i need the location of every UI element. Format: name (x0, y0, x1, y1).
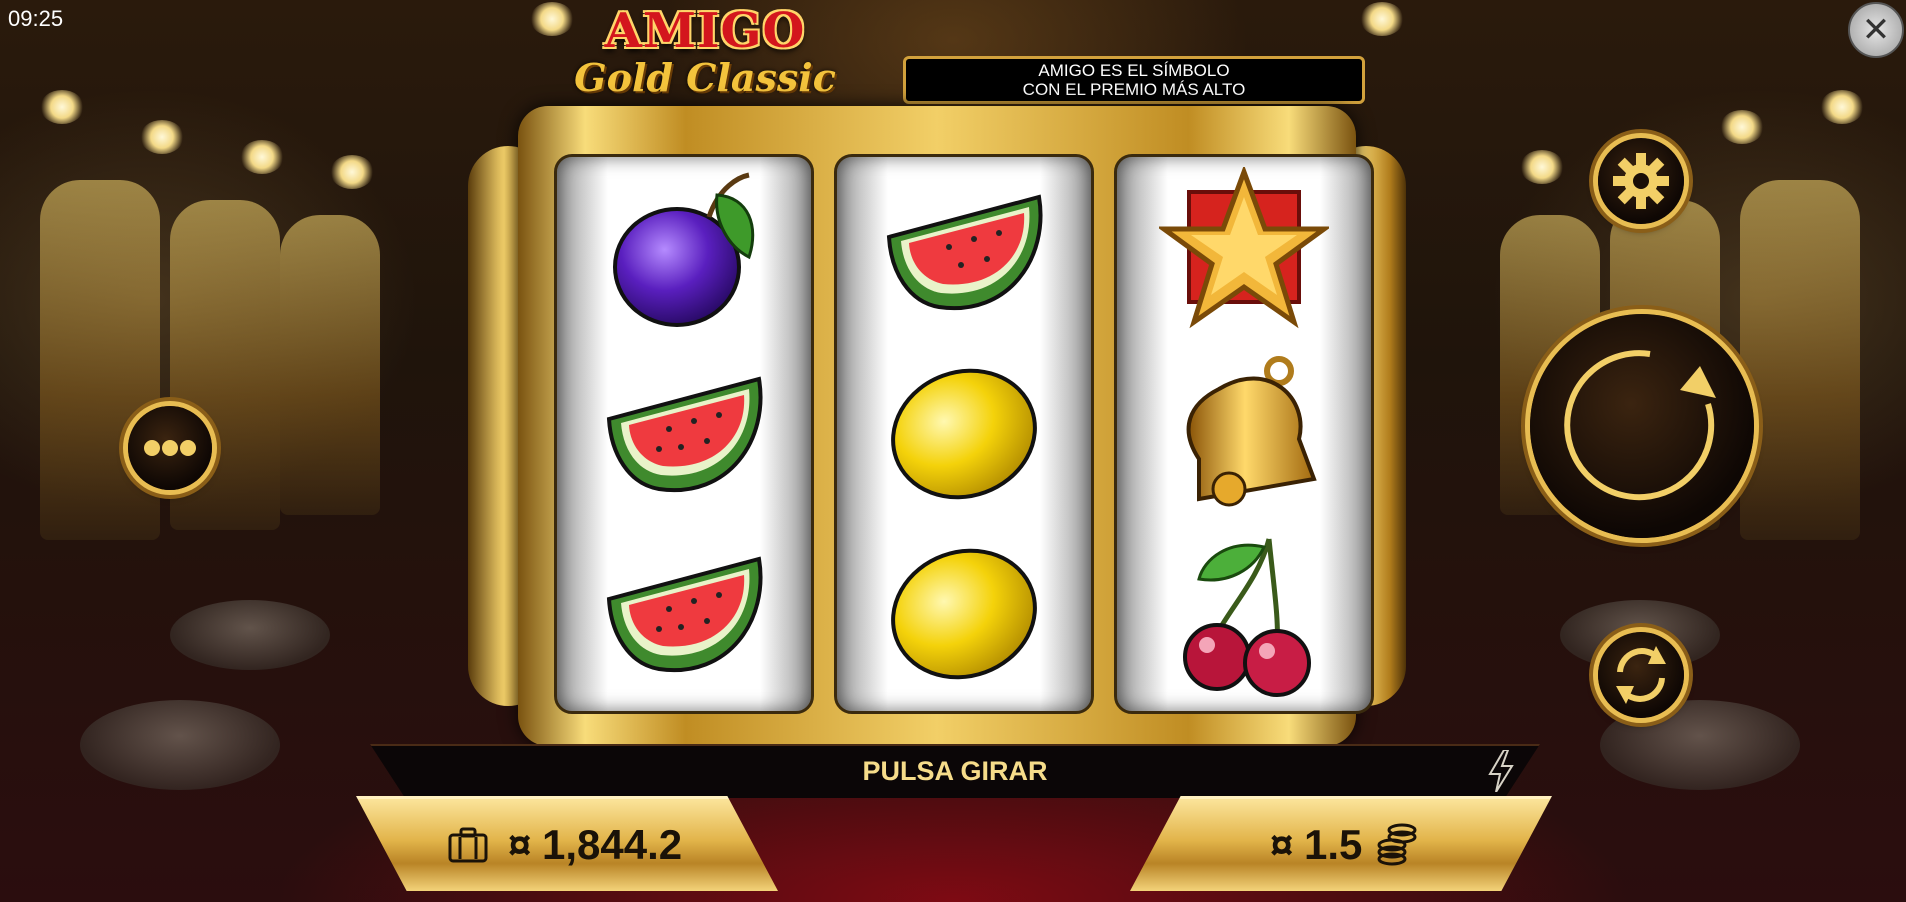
menu-button[interactable] (128, 406, 212, 490)
message-bar: PULSA GIRAR (370, 744, 1540, 798)
info-line-1: AMIGO ES EL SÍMBOLO (1038, 61, 1230, 80)
ceiling-lamp (1820, 90, 1864, 124)
watermelon-symbol (886, 194, 1043, 311)
reel-frame (468, 106, 1406, 746)
bet-currency: ¤ (1270, 821, 1294, 868)
cherries-symbol (1183, 538, 1311, 697)
lemon-symbol (891, 368, 1037, 500)
slot-cabinet (280, 215, 380, 515)
watermelon-symbol (606, 376, 763, 493)
game-logo: AMIGO Gold Classic (570, 4, 840, 102)
slot-cabinet (1740, 180, 1860, 540)
casino-stool (170, 600, 330, 670)
ceiling-lamp (330, 155, 374, 189)
balance-panel: ¤ 1,844.2 (356, 796, 778, 891)
settings-button[interactable] (1598, 138, 1684, 224)
spin-button[interactable] (1530, 314, 1754, 538)
ceiling-lamp (1360, 2, 1404, 36)
info-line-2: CON EL PREMIO MÁS ALTO (1022, 80, 1246, 99)
ceiling-lamp (40, 90, 84, 124)
star-symbol (1159, 167, 1329, 329)
ceiling-lamp (240, 140, 284, 174)
watermelon-symbol (606, 556, 763, 673)
coins-icon (1377, 823, 1417, 866)
ceiling-lamp (1520, 150, 1564, 184)
more-dots-icon (144, 440, 196, 456)
bet-panel[interactable]: ¤ 1.5 (1130, 796, 1552, 891)
reel-3 (1114, 154, 1374, 714)
message-text: PULSA GIRAR (862, 756, 1048, 786)
lightning-icon (1488, 750, 1514, 792)
status-clock: 09:25 (8, 6, 64, 31)
casino-stool (80, 700, 280, 790)
balance-currency: ¤ (508, 821, 532, 868)
lemon-symbol (891, 548, 1037, 680)
turbo-button[interactable] (1488, 750, 1514, 792)
balance-value: 1,844.2 (542, 821, 683, 868)
ceiling-lamp (530, 2, 574, 36)
info-banner: AMIGO ES EL SÍMBOLO CON EL PREMIO MÁS AL… (903, 56, 1365, 104)
spin-arrow-icon (1564, 350, 1716, 501)
autoplay-icon (1616, 646, 1666, 704)
gear-icon (1613, 153, 1669, 209)
close-icon: ✕ (1861, 11, 1891, 49)
reel-2 (834, 154, 1094, 714)
autoplay-button[interactable] (1598, 632, 1684, 718)
briefcase-icon (448, 827, 488, 863)
close-button[interactable]: ✕ (1848, 2, 1904, 58)
logo-subtitle: Gold Classic (574, 55, 836, 100)
plum-symbol (613, 172, 755, 327)
logo-title: AMIGO (604, 3, 806, 59)
ceiling-lamp (140, 120, 184, 154)
bet-value: 1.5 (1304, 821, 1363, 868)
bell-symbol (1186, 356, 1317, 507)
ceiling-lamp (1720, 110, 1764, 144)
reel-1 (554, 154, 814, 714)
